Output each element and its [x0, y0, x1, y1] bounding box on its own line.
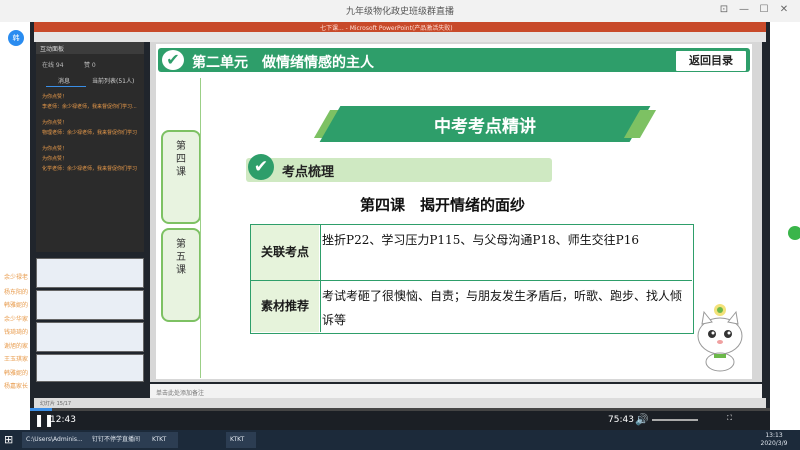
active-tab-indicator: [46, 86, 86, 87]
lesson-title: 第四课 揭开情绪的面纱: [360, 196, 526, 214]
ppt-ribbon: [34, 32, 766, 42]
table-cell: 考试考砸了很懊恼、自责；与朋友发生矛盾后，听歌、跑步、找人倾诉等: [322, 289, 683, 327]
chat-message: 为你点赞！: [42, 120, 68, 126]
slide-thumbnail[interactable]: [36, 258, 144, 288]
table-cell: 挫折P22、学习压力P115、与父母沟通P18、师生交往P16: [322, 233, 640, 247]
back-to-contents-button[interactable]: 返回目录: [675, 50, 747, 72]
tab-lesson-5-label: 第五课: [176, 239, 186, 276]
notes-pane[interactable]: [150, 384, 762, 398]
current-time: 12:43: [50, 415, 76, 425]
chat-message: 李老师：余少禄老师，我来督促你们学习...: [42, 104, 137, 110]
check-icon: ✔: [248, 154, 274, 180]
notes-placeholder: 单击此处添加备注: [156, 390, 205, 397]
close-button[interactable]: ✕: [776, 3, 792, 17]
tab-lesson-5[interactable]: 第五课: [161, 228, 201, 322]
comment-author: 余少华家: [4, 316, 29, 323]
tab-messages[interactable]: 消息: [58, 76, 70, 85]
comment-author: 杨嘉家长: [4, 383, 29, 390]
comment-author: 王玉琪家: [4, 356, 29, 363]
comment-author: 韩雅妮的: [4, 302, 29, 309]
comment-author: 余少禄老: [4, 274, 29, 281]
progress-bar[interactable]: [30, 408, 770, 411]
table-divider: [251, 280, 692, 281]
tab-member-list[interactable]: 当前列表(51人): [92, 76, 134, 85]
fullscreen-icon[interactable]: ⛶: [727, 414, 732, 423]
taskbar-item[interactable]: KTKT: [148, 432, 178, 448]
comment-author: 谢旭的家: [4, 343, 29, 350]
tab-lesson-4-label: 第四课: [176, 141, 186, 178]
clock-date: 2020/3/9: [760, 440, 788, 447]
add-icon[interactable]: [788, 226, 800, 240]
ppt-title: 七下课... - Microsoft PowerPoint(产品激活失败): [320, 25, 453, 32]
slide-thumbnail[interactable]: [36, 322, 144, 352]
table-header: 关联考点: [251, 225, 319, 280]
unit-title: 第二单元 做情绪情感的主人: [192, 55, 374, 71]
avatar[interactable]: 韩: [8, 30, 24, 46]
progress-fill: [30, 408, 52, 411]
start-icon[interactable]: ⊞: [4, 433, 13, 446]
chat-message: 化学老师：余少禄老师，我来督促你们学习: [42, 166, 138, 172]
volume-icon[interactable]: 🔊: [635, 413, 649, 426]
clock-time: 13:13: [765, 432, 783, 439]
taskbar-item[interactable]: KTKT: [226, 432, 256, 448]
comment-author: 韩雅妮的: [4, 370, 29, 377]
ppt-statusbar: [34, 398, 766, 408]
pin-icon[interactable]: ⊡: [716, 3, 732, 17]
comment-author: 钱琦琦的: [4, 329, 29, 336]
window-title: 九年级物化政史班级群直播: [345, 7, 454, 17]
divider: [200, 78, 201, 378]
comment-author: 杨东阳的: [4, 289, 29, 296]
taskbar-item[interactable]: C:\Users\Adminis...: [22, 432, 88, 448]
chat-message: 为你点赞！: [42, 156, 68, 162]
chat-message: 为你点赞！: [42, 94, 68, 100]
system-clock: 13:13 2020/3/9: [752, 432, 796, 448]
chat-message: 为你点赞！: [42, 146, 68, 152]
table-header: 素材推荐: [251, 281, 319, 332]
cat-mascot-icon: [697, 304, 743, 372]
section-heading: 中考考点精讲: [434, 117, 536, 137]
subheading: 考点梳理: [282, 165, 335, 180]
like-count: 赞 0: [84, 62, 96, 69]
slide-thumbnail[interactable]: [36, 290, 144, 320]
minimize-button[interactable]: —: [736, 3, 752, 17]
chat-header-title: 互动面板: [40, 46, 65, 53]
tab-lesson-4[interactable]: 第四课: [161, 130, 201, 224]
taskbar-item[interactable]: 钉钉不停学直播间: [88, 432, 148, 448]
total-time: 75:43: [608, 415, 634, 425]
slide-counter: 幻灯片 15/17: [40, 401, 76, 407]
maximize-button[interactable]: ☐: [756, 3, 772, 17]
online-count: 在线 94: [42, 62, 64, 69]
volume-slider[interactable]: [652, 419, 698, 421]
chat-message: 物理老师：余少禄老师，我来督促你们学习: [42, 130, 138, 136]
table-divider: [320, 225, 321, 332]
check-icon: ✔: [162, 50, 184, 70]
slide-thumbnail[interactable]: [36, 354, 144, 382]
